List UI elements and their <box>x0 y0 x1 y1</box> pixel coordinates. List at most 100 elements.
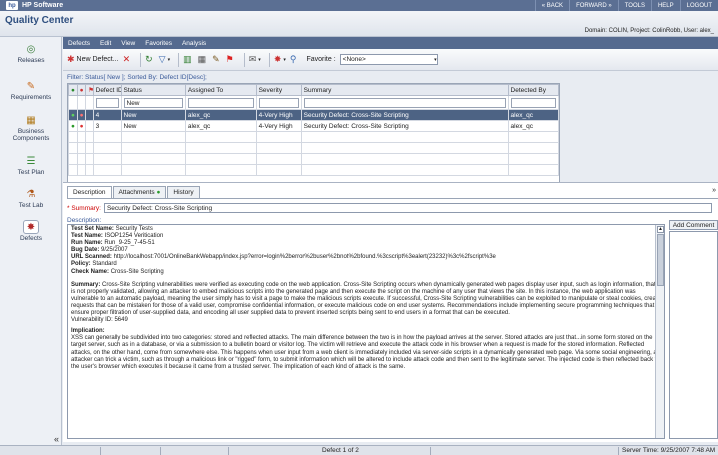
sidebar-item-test-lab[interactable]: ⚗ Test Lab <box>0 187 62 210</box>
flag-column-header[interactable]: ⚑ <box>85 84 94 96</box>
comments-field[interactable] <box>669 231 718 439</box>
follow-up-column-header[interactable]: ● <box>76 84 87 96</box>
analysis-icon: ✸ <box>273 54 282 64</box>
attachment-icon: ● <box>71 111 75 119</box>
chevron-down-icon: ▾ <box>258 56 261 63</box>
field-key: Run Name: <box>71 240 103 247</box>
title-bar: Quality Center Domain: COLIN, Project: C… <box>0 11 718 37</box>
assigned-to-filter[interactable] <box>187 97 254 108</box>
tab-history[interactable]: History <box>167 186 200 198</box>
flag-icon: ⚑ <box>88 87 92 94</box>
field-value: ISOP1254 Veritication <box>104 233 164 240</box>
summary-label: * Summary: <box>67 204 101 212</box>
tab-divider <box>67 198 718 199</box>
scroll-thumb[interactable] <box>657 234 664 286</box>
collapse-sidebar-button[interactable]: « <box>54 434 59 444</box>
field-line: Policy: Standard <box>71 261 661 268</box>
sidebar-item-releases[interactable]: ◎ Releases <box>0 42 62 65</box>
analysis-button[interactable]: ✸ ▾ <box>274 54 286 65</box>
defect-id-column-header[interactable]: Defect ID <box>92 84 122 96</box>
grid-header-row: ● ● ⚑ Defect ID Status Assigned To Sever… <box>68 84 560 96</box>
filter-description[interactable]: Filter: Status[ New ]; Sorted By: Defect… <box>67 74 207 81</box>
field-line: Run Name: Run_9-25_7-45-51 <box>71 240 661 247</box>
implication-heading: Implication: <box>71 328 105 335</box>
select-columns-button[interactable]: ▥ <box>183 54 194 65</box>
filter-button[interactable]: ▽ ▾ <box>159 54 170 65</box>
follow-up-icon: ● <box>79 111 84 119</box>
defects-module: Defects Edit View Favorites Analysis ✱ N… <box>63 37 718 445</box>
back-link[interactable]: « BACK <box>534 0 569 11</box>
flag-cell <box>85 120 94 132</box>
description-scrollbar[interactable]: ▲ <box>655 225 664 438</box>
refresh-button[interactable]: ↻ <box>145 54 155 65</box>
status-filter[interactable]: New <box>123 97 183 108</box>
mail-button[interactable]: ✉ ▾ <box>249 54 261 65</box>
description-label: Description: <box>67 217 102 224</box>
attachment-cell: ● <box>68 109 78 121</box>
sidebar-item-test-plan[interactable]: ☰ Test Plan <box>0 154 62 177</box>
find-button[interactable]: ⚲ <box>290 54 299 65</box>
field-key: Test Set Name: <box>71 226 114 232</box>
empty-row <box>68 164 560 176</box>
status-column-header[interactable]: Status <box>120 84 186 96</box>
menu-bar: Defects Edit View Favorites Analysis <box>63 37 718 49</box>
menu-defects[interactable]: Defects <box>63 40 95 47</box>
add-comment-button[interactable]: Add Comment <box>669 220 718 230</box>
defects-icon: ✸ <box>23 220 39 234</box>
sidebar-item-requirements[interactable]: ✎ Requirements <box>0 79 62 102</box>
detected-by-column-header[interactable]: Detected By <box>507 84 560 96</box>
field-key: URL Scanned: <box>71 254 112 261</box>
assigned-to-column-header[interactable]: Assigned To <box>184 84 257 96</box>
table-row[interactable]: ● ● 3 New alex_qc 4-Very High Security D… <box>68 120 560 132</box>
field-value: Run_9-25_7-45-51 <box>104 240 155 247</box>
new-defect-button[interactable]: ✱ New Defect... <box>67 54 119 65</box>
description-field[interactable]: Test Set Name: Security Tests Test Name:… <box>67 224 665 439</box>
menu-analysis[interactable]: Analysis <box>177 40 211 47</box>
flag-button[interactable]: ⚑ <box>226 54 236 65</box>
follow-up-cell: ● <box>76 109 87 121</box>
expand-pane-button[interactable]: » <box>712 187 716 194</box>
status-separator <box>430 447 431 455</box>
defect-id-filter[interactable] <box>95 97 119 108</box>
favorite-selected-value: <None> <box>342 56 366 63</box>
flag-cell <box>85 109 94 121</box>
tools-link[interactable]: TOOLS <box>617 0 651 11</box>
follow-up-icon: ● <box>79 86 84 94</box>
tab-attachments[interactable]: Attachments ● <box>112 186 167 198</box>
help-link[interactable]: HELP <box>650 0 680 11</box>
table-row[interactable]: ● ● 4 New alex_qc 4-Very High Security D… <box>68 109 560 121</box>
severity-column-header[interactable]: Severity <box>255 84 302 96</box>
detected-by-filter[interactable] <box>510 97 556 108</box>
attach-button[interactable]: ✎ <box>212 54 222 65</box>
server-time: Server Time: 9/25/2007 7:48 AM <box>622 447 716 454</box>
summary-column-header[interactable]: Summary <box>300 84 509 96</box>
favorite-select[interactable]: <None> ▾ <box>339 54 438 65</box>
menu-edit[interactable]: Edit <box>95 40 116 47</box>
summary-cell: Security Defect: Cross-Site Scripting <box>300 109 509 121</box>
attachment-indicator-icon: ● <box>156 189 161 196</box>
test-lab-icon: ⚗ <box>26 188 36 200</box>
status-cell: New <box>120 120 186 132</box>
field-line: Check Name: Cross-Site Scripting <box>71 269 661 276</box>
field-value: Standard <box>92 261 117 268</box>
field-value: 9/25/2007 <box>101 247 128 254</box>
tab-description[interactable]: Description <box>67 186 112 198</box>
sidebar-item-defects[interactable]: ✸ Defects <box>0 220 62 242</box>
scroll-up-icon[interactable]: ▲ <box>657 226 664 233</box>
menu-view[interactable]: View <box>116 40 140 47</box>
attachment-column-header[interactable]: ● <box>68 84 78 96</box>
sidebar-item-business-components[interactable]: ▦ Business Components <box>0 113 62 143</box>
severity-filter[interactable] <box>258 97 299 108</box>
logout-link[interactable]: LOGOUT <box>679 0 718 11</box>
menu-favorites[interactable]: Favorites <box>140 40 177 47</box>
summary-field[interactable]: Security Defect: Cross-Site Scripting <box>103 203 712 213</box>
attachment-icon: ● <box>71 122 75 130</box>
grid-view-button[interactable]: ▦ <box>198 54 209 65</box>
forward-link[interactable]: FORWARD » <box>569 0 618 11</box>
field-key: Bug Date: <box>71 247 100 254</box>
filter-cell <box>92 95 122 110</box>
summary-filter[interactable] <box>303 97 506 108</box>
delete-button[interactable]: ✕ <box>123 54 133 65</box>
top-bar: hp HP Software « BACK FORWARD » TOOLS HE… <box>0 0 718 11</box>
sidebar-item-label: Defects <box>19 235 43 242</box>
